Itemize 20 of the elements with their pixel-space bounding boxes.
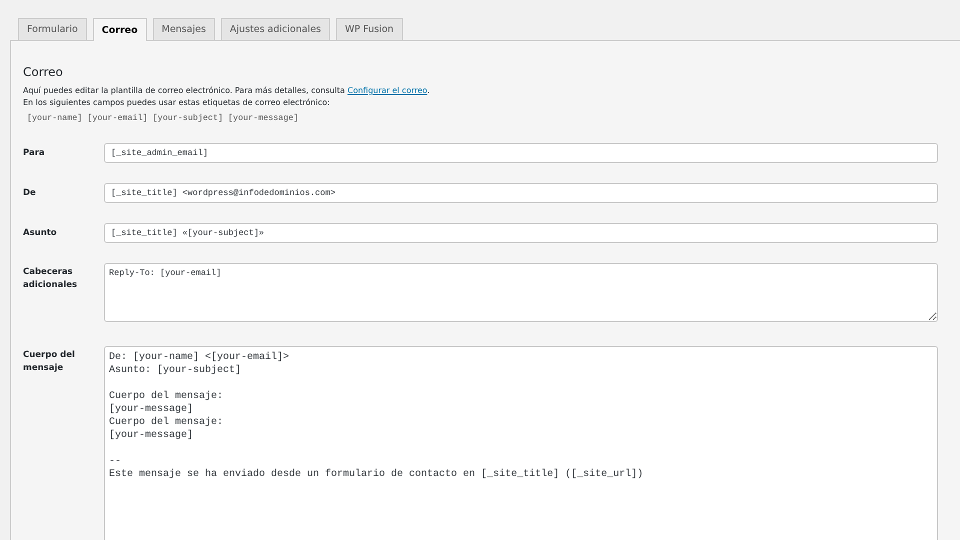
tab[interactable]: Formulario xyxy=(18,18,87,40)
field-label: Para xyxy=(23,147,46,160)
text-field[interactable]: [_site_title] «[your-subject]» xyxy=(104,223,938,243)
text-field[interactable]: [_site_title] <wordpress@infodedominios.com> xyxy=(104,183,938,203)
tab[interactable]: WP Fusion xyxy=(336,18,403,40)
field-label: Cabeceras adicionales xyxy=(23,266,78,292)
mail-tags-text: [your-name] [your-email] [your-subject] [your-message] xyxy=(27,112,300,124)
message-body-field[interactable]: De: [your-name] <[your-email]> Asunto: [your-subject] Cuerpo del mensaje: [your-message] Cuerpo del mensaje: [your-message] -- Este mensaje se ha enviado desde un formulario de contacto en [_site_title] ([_site_url]) xyxy=(104,346,938,540)
section-heading: Correo xyxy=(23,65,64,79)
tags-intro-text: En los siguientes campos puedes usar estas etiquetas de correo electrónico: xyxy=(23,97,331,109)
tab[interactable]: Mensajes xyxy=(152,18,215,40)
help-link[interactable]: Configurar el correo xyxy=(347,86,428,95)
text-field[interactable]: [_site_admin_email] xyxy=(104,143,938,163)
field-label: Cuerpo del mensaje xyxy=(23,349,76,375)
field-label: Asunto xyxy=(23,227,58,240)
tab[interactable]: Ajustes adicionales xyxy=(220,18,330,40)
text-area[interactable]: Reply-To: [your-email] xyxy=(104,263,938,322)
description-text: Aquí puedes editar la plantilla de correo electrónico. Para más detalles, consulta Configurar el correo. xyxy=(23,85,431,97)
tab[interactable]: Correo xyxy=(92,18,147,41)
field-label: De xyxy=(23,187,37,200)
